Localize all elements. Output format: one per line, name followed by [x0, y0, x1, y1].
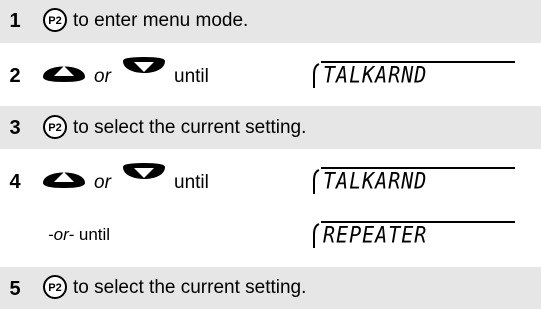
svg-text:P2: P2: [48, 282, 61, 294]
lcd-display-alt: REPEATER: [311, 220, 517, 250]
step-text: to select the current setting.: [73, 277, 307, 298]
step-3-row: 3 P2 to select the current setting.: [0, 106, 541, 149]
step-1-row: 1 P2 to enter menu mode.: [0, 0, 541, 43]
alt-until-text: until: [74, 225, 111, 244]
lcd-display: TALKARND: [311, 166, 517, 196]
up-arrow-button-icon: [43, 172, 85, 188]
or-alt-prefix: -or-: [48, 225, 75, 244]
svg-text:P2: P2: [48, 122, 61, 134]
lcd-display-text: TALKARND: [323, 167, 428, 195]
or-text: or: [94, 172, 111, 193]
p2-button-icon: P2: [43, 8, 67, 32]
until-text: until: [174, 172, 209, 193]
lcd-display-text: TALKARND: [323, 61, 428, 89]
up-arrow-button-icon: [43, 66, 85, 82]
down-arrow-button-icon: [123, 57, 165, 73]
or-text: or: [94, 66, 111, 87]
step-number: 1: [9, 10, 21, 32]
step-4-row: 4 or until TALKARND -or- until REPEATER: [0, 149, 541, 267]
step-number: 5: [9, 278, 21, 300]
lcd-display-text: REPEATER: [323, 221, 428, 249]
step-5-row: 5 P2 to select the current setting.: [0, 267, 541, 309]
svg-text:P2: P2: [48, 15, 61, 27]
p2-button-icon: P2: [43, 115, 67, 139]
step-text: to enter menu mode.: [73, 10, 249, 31]
step-number: 3: [9, 117, 21, 139]
step-number: 4: [9, 171, 21, 193]
step-2-row: 2 or until TALKARND: [0, 43, 541, 106]
alt-instruction: -or- until: [48, 225, 110, 245]
step-text: to select the current setting.: [73, 117, 307, 138]
lcd-display: TALKARND: [311, 60, 517, 90]
step-number: 2: [9, 65, 21, 87]
p2-button-icon: P2: [43, 275, 67, 299]
until-text: until: [174, 66, 209, 87]
down-arrow-button-icon: [123, 163, 165, 179]
